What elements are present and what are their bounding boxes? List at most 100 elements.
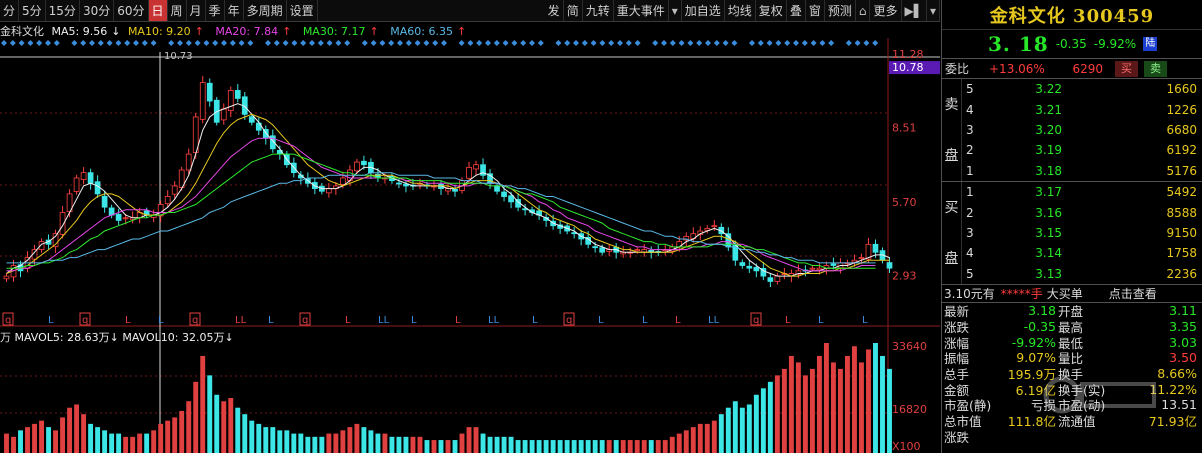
tool-button-9[interactable]: 预测 (825, 0, 856, 21)
bid-row-2[interactable]: 2 3.16 8588 (962, 202, 1202, 222)
tool-button-6[interactable]: 复权 (756, 0, 787, 21)
price-change-pct: -9.92% (1093, 37, 1137, 51)
event-diamond-icon (282, 40, 289, 46)
period-tab-4[interactable]: 60分 (114, 0, 149, 21)
tool-button-2[interactable]: 九转 (583, 0, 614, 21)
event-diamond-icon (344, 40, 351, 46)
event-dropdown-icon[interactable]: ▾ (669, 0, 682, 21)
volume-bar (291, 433, 297, 453)
period-tab-9[interactable]: 年 (225, 0, 244, 21)
volume-bar (704, 423, 710, 453)
tool-button-5[interactable]: 均线 (725, 0, 756, 21)
event-diamond-icon (581, 40, 588, 46)
period-tab-7[interactable]: 月 (187, 0, 206, 21)
event-diamond-icon (625, 40, 632, 46)
ask-row-5[interactable]: 5 3.22 1660 (962, 79, 1202, 99)
volume-bar (550, 440, 556, 453)
candle-body (753, 266, 760, 272)
period-tab-2[interactable]: 15分 (46, 0, 80, 21)
event-diamond-icon (203, 40, 210, 46)
candle-body (115, 213, 122, 221)
stat-v2: 3.35 (1169, 318, 1197, 334)
event-diamond-icon (326, 40, 333, 46)
tool-button-8[interactable]: 窗 (806, 0, 825, 21)
volume-bar (144, 433, 150, 453)
signal-q: q (566, 315, 572, 326)
bid-row-1[interactable]: 1 3.17 5492 (962, 182, 1202, 202)
event-diamond-icon (432, 40, 439, 46)
candle-body (227, 90, 234, 112)
ask-price: 3.19 (1035, 143, 1062, 158)
tool-button-3[interactable]: 重大事件 (614, 0, 669, 21)
event-diamond-icon (573, 40, 579, 46)
ask-price: 3.22 (1035, 82, 1062, 97)
sell-button[interactable]: 卖 (1144, 60, 1167, 77)
period-tab-5[interactable]: 日 (148, 0, 168, 21)
stat-v2: 3.03 (1169, 334, 1197, 350)
volume-bar (312, 436, 318, 453)
period-tab-11[interactable]: 设置 (287, 0, 318, 21)
tool-button-10[interactable]: 更多 (870, 0, 902, 21)
volume-bar (795, 362, 801, 453)
candle-body (634, 249, 641, 252)
period-tab-6[interactable]: 周 (168, 0, 187, 21)
stat-row: 涨跌 (942, 428, 1202, 445)
lock-icon[interactable]: ⌂ (856, 0, 871, 21)
bid-price: 3.14 (1035, 246, 1062, 261)
collapse-panel-icon[interactable]: ▶▌ (902, 0, 927, 21)
candle-body (473, 164, 479, 170)
signal-l: L (818, 315, 824, 326)
period-tab-3[interactable]: 30分 (80, 0, 115, 21)
period-tab-1[interactable]: 5分 (19, 0, 46, 21)
signal-q: q (5, 315, 11, 326)
volume-bar (123, 436, 129, 453)
stat-k2: 流通值 (1058, 414, 1096, 430)
volume-bar (382, 433, 388, 453)
period-tab-8[interactable]: 季 (206, 0, 225, 21)
volume-bar (319, 436, 325, 453)
event-diamond-icon (80, 40, 87, 46)
bid-row-4[interactable]: 4 3.14 1758 (962, 243, 1202, 263)
bid-row-5[interactable]: 5 3.13 2236 (962, 264, 1202, 284)
candle-body (508, 195, 514, 203)
period-tab-10[interactable]: 多周期 (244, 0, 287, 21)
ask-vol: 5176 (1166, 163, 1197, 178)
tool-button-1[interactable]: 简 (564, 0, 583, 21)
volume-axis-label: X100 (892, 440, 921, 453)
volume-bar (774, 375, 780, 453)
tool-button-0[interactable]: 发 (545, 0, 564, 21)
ask-row-3[interactable]: 3 3.20 6680 (962, 120, 1202, 140)
buy-button[interactable]: 买 (1115, 60, 1138, 77)
bid-row-3[interactable]: 3 3.15 9150 (962, 223, 1202, 243)
event-diamond-icon (872, 40, 879, 46)
volume-bar (459, 433, 465, 453)
order-ratio-row: 委比 +13.06% 6290 买 卖 (942, 59, 1202, 79)
candle-body (711, 225, 718, 228)
tool-button-4[interactable]: 加自选 (682, 0, 725, 21)
event-diamond-icon (652, 40, 659, 46)
stat-v1: 3.18 (1028, 303, 1056, 319)
ask-row-1[interactable]: 1 3.18 5176 (962, 161, 1202, 181)
kline-chart[interactable]: 11.288.515.702.9310.7810.73q Lq L Lq LL Lq L LL… (0, 38, 940, 453)
event-diamond-icon (45, 40, 51, 46)
stat-v2: 11.22% (1149, 381, 1197, 397)
menu-dropdown-icon[interactable]: ▾ (927, 0, 940, 21)
signal-l: L (268, 315, 274, 326)
price-axis-label: 11.28 (892, 48, 924, 61)
volume-bar (270, 427, 276, 453)
current-price-tag-text: 10.78 (892, 61, 924, 74)
event-diamond-icon (819, 40, 826, 46)
candle-body (886, 262, 893, 269)
period-tab-0[interactable]: 分 (0, 0, 20, 21)
volume-bar (410, 436, 416, 453)
bid-level: 2 (966, 205, 974, 220)
ask-row-4[interactable]: 4 3.21 1226 (962, 99, 1202, 119)
event-diamond-icon (617, 40, 623, 46)
tool-button-7[interactable]: 叠 (787, 0, 806, 21)
volume-bar (4, 433, 9, 453)
volume-bar (494, 436, 500, 453)
big-order-view-link[interactable]: 点击查看 (1109, 285, 1157, 302)
volume-bar (452, 440, 458, 453)
ask-row-2[interactable]: 2 3.19 6192 (962, 140, 1202, 160)
